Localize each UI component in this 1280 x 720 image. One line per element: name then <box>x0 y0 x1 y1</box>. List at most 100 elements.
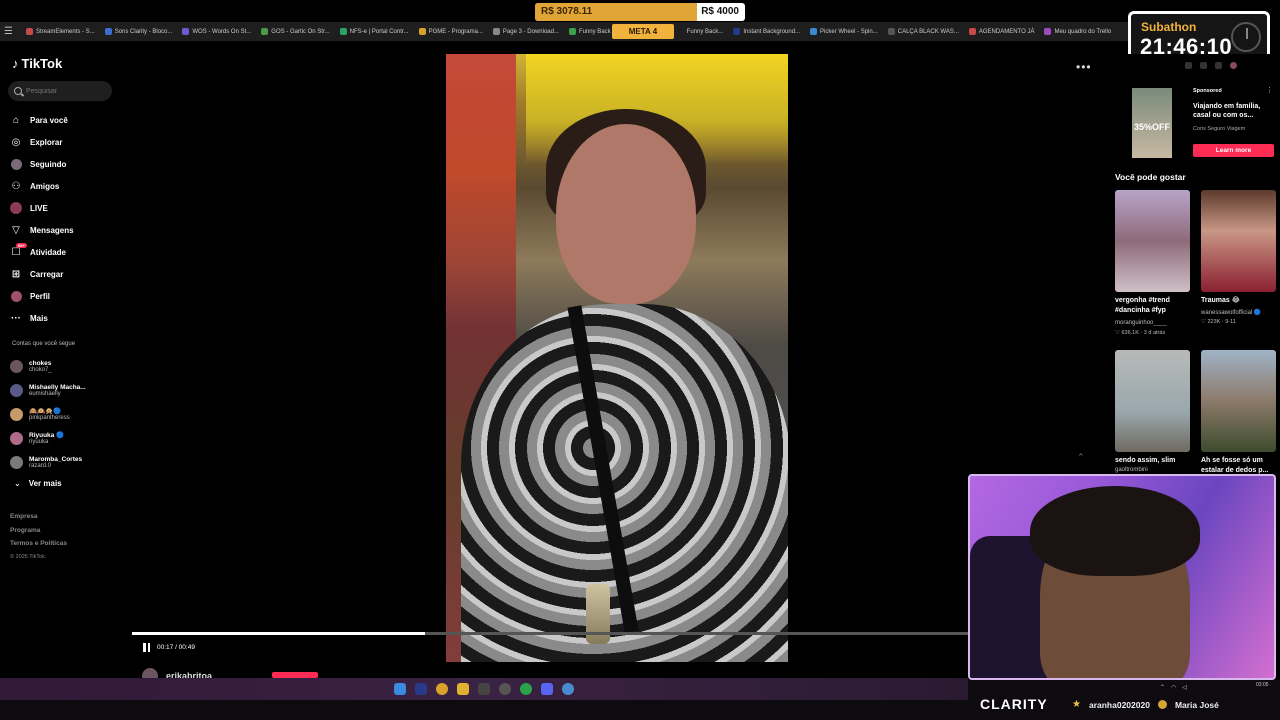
recommendation-thumbnail[interactable] <box>1201 190 1276 292</box>
recommendation-author[interactable]: gaoltrombini <box>1115 467 1148 473</box>
inbox-icon[interactable] <box>1200 62 1207 69</box>
more-options-icon[interactable]: ••• <box>1076 60 1092 74</box>
recommendation-caption[interactable]: vergonha #trend #dancinha #fyp <box>1115 296 1195 316</box>
chrome-icon[interactable] <box>436 683 448 695</box>
app-icon[interactable] <box>478 683 490 695</box>
tiktok-sidebar: ♪ TikTok ⌂Para você ◎Explorar Seguindo ⚇… <box>0 44 130 674</box>
footer-link-company[interactable]: Empresa <box>10 510 67 524</box>
logo-text: TikTok <box>21 56 63 71</box>
learn-more-button[interactable]: Learn more <box>1193 144 1274 157</box>
bookmarks-bar: ☰ StreamElements - S... Sons Clarity - B… <box>0 22 1128 41</box>
following-account[interactable]: Maromba_Cortes razard.0 <box>10 450 125 474</box>
file-explorer-icon[interactable] <box>457 683 469 695</box>
search-input[interactable] <box>26 87 106 95</box>
streamer-webcam <box>968 474 1276 680</box>
following-icon <box>10 158 22 170</box>
webcam-person-hair <box>1030 486 1200 576</box>
avatar <box>10 407 23 421</box>
nav-following[interactable]: Seguindo <box>10 153 125 175</box>
bookmark-item[interactable]: Page 3 - Download... <box>492 28 559 35</box>
nav-activity[interactable]: ☐ 99+ Atividade <box>10 241 125 263</box>
nav-for-you[interactable]: ⌂ Para você <box>10 109 125 131</box>
network-icon[interactable]: ◠ <box>1171 684 1176 691</box>
recommendation-author[interactable]: wanessawolfofficial 🔵 <box>1201 309 1261 316</box>
following-account[interactable]: Mishaelly Macha... eumishaelly <box>10 378 125 402</box>
footer-links: Empresa Programa Termos e Políticas © 20… <box>10 510 67 564</box>
nav-upload[interactable]: ⊞ Carregar <box>10 263 125 285</box>
nav-more[interactable]: ··· Mais <box>10 307 125 329</box>
app-icon[interactable] <box>562 683 574 695</box>
recommendation-stats: ♡ 223K · 9-11 <box>1201 319 1236 325</box>
goal-meta-label: META 4 <box>612 24 674 39</box>
profile-avatar-icon[interactable] <box>1230 62 1237 69</box>
bookmark-item[interactable]: PGME - Programa... <box>418 28 483 35</box>
following-account[interactable]: Riyuuka 🔵 riyuuka <box>10 426 125 450</box>
system-tray: ⌃ ◠ ◁ <box>1160 684 1187 691</box>
chevron-up-icon[interactable]: ⌃ <box>1160 684 1165 691</box>
whatsapp-icon[interactable] <box>520 683 532 695</box>
bookmark-item[interactable]: Sons Clarity - Bloco... <box>104 28 172 35</box>
bookmark-item[interactable]: Funny Back... <box>687 29 724 35</box>
see-more-button[interactable]: ⌄ Ver mais <box>14 479 62 488</box>
bookmark-item[interactable]: StreamElements - S... <box>26 28 95 35</box>
video-progress-fill <box>132 632 425 635</box>
windows-start-icon[interactable] <box>394 683 406 695</box>
bookmark-item[interactable]: GOS - Gartic On Str... <box>261 28 330 35</box>
nav-friends[interactable]: ⚇ Amigos <box>10 175 125 197</box>
bookmark-item[interactable]: Funny Back <box>568 28 611 35</box>
ticker-item: Maria José <box>1174 699 1219 710</box>
tiktok-logo[interactable]: ♪ TikTok <box>12 56 62 71</box>
video-controls: 00:17 / 00:49 <box>143 643 195 652</box>
bookmark-item[interactable]: WOS - Words On St... <box>182 28 251 35</box>
ticker-item: aranha0202020 <box>1088 699 1150 710</box>
avatar <box>10 383 23 397</box>
nav-messages[interactable]: ▽ Mensagens <box>10 219 125 241</box>
bookmark-item[interactable]: Meu quadro do Trello <box>1044 28 1111 35</box>
avatar <box>10 455 23 469</box>
nav-explore[interactable]: ◎ Explorar <box>10 131 125 153</box>
donation-goal-bar: R$ 3078.11 R$ 4000 <box>535 3 745 21</box>
footer-link-terms[interactable]: Termos e Políticas <box>10 537 67 551</box>
message-icon: ▽ <box>12 224 20 236</box>
following-account[interactable]: 🙈🙉🙊🔵 pinkpantheress <box>10 402 125 426</box>
footer-link-program[interactable]: Programa <box>10 524 67 538</box>
bookmark-item[interactable]: CALÇA BLACK WAS... <box>887 28 959 35</box>
recommendations-title: Você pode gostar <box>1115 172 1186 182</box>
stream-brand: CLARITY <box>980 696 1048 712</box>
nav-live[interactable]: LIVE <box>10 197 125 219</box>
bookmark-item[interactable]: Picker Wheel - Spin... <box>810 28 878 35</box>
notification-icon[interactable] <box>1215 62 1222 69</box>
upload-icon[interactable] <box>1185 62 1192 69</box>
upload-icon: ⊞ <box>11 268 21 280</box>
top-right-icons <box>1185 62 1237 69</box>
recommendation-caption[interactable]: sendo assim, slim <box>1115 456 1195 466</box>
avatar <box>10 359 23 373</box>
following-accounts-title: Contas que você segue <box>12 341 76 347</box>
recommendation-caption[interactable]: Ah se fosse só um estalar de dedos p... <box>1201 456 1277 476</box>
discord-icon[interactable] <box>541 683 553 695</box>
pause-icon[interactable] <box>143 643 150 652</box>
ad-more-icon[interactable]: ⋮ <box>1266 86 1273 94</box>
recommendation-thumbnail[interactable] <box>1201 350 1276 452</box>
recommendation-caption[interactable]: Traumas 😂 <box>1201 296 1277 306</box>
app-icon[interactable] <box>499 683 511 695</box>
recommendation-author[interactable]: moranguinhoo____ <box>1115 320 1167 326</box>
video-frame[interactable] <box>446 54 788 662</box>
following-account[interactable]: chokes choko7_ <box>10 354 125 378</box>
recommendation-thumbnail[interactable] <box>1115 350 1190 452</box>
bookmark-item[interactable]: Instant Background... <box>733 28 800 35</box>
apps-menu-icon[interactable]: ☰ <box>4 26 16 37</box>
main-nav: ⌂ Para você ◎ Explorar Seguindo ⚇ Amigos LI… <box>10 109 125 329</box>
bookmark-item[interactable]: AGENDAMENTO JÁ <box>968 28 1034 35</box>
app-icon[interactable] <box>415 683 427 695</box>
chevron-up-icon[interactable]: ⌃ <box>1077 452 1085 463</box>
ad-title[interactable]: Viajando em família, casal ou com os... <box>1193 102 1273 120</box>
volume-icon[interactable]: ◁ <box>1182 684 1187 691</box>
tiktok-note-icon: ♪ <box>12 56 19 71</box>
recommendation-thumbnail[interactable] <box>1115 190 1190 292</box>
nav-profile[interactable]: Perfil <box>10 285 125 307</box>
bookmark-item[interactable]: NFS-e | Portal Contr... <box>339 28 409 35</box>
search-box[interactable] <box>8 81 112 101</box>
video-progress-bar[interactable] <box>132 632 968 635</box>
ad-discount-badge: 35%OFF <box>1133 122 1170 132</box>
